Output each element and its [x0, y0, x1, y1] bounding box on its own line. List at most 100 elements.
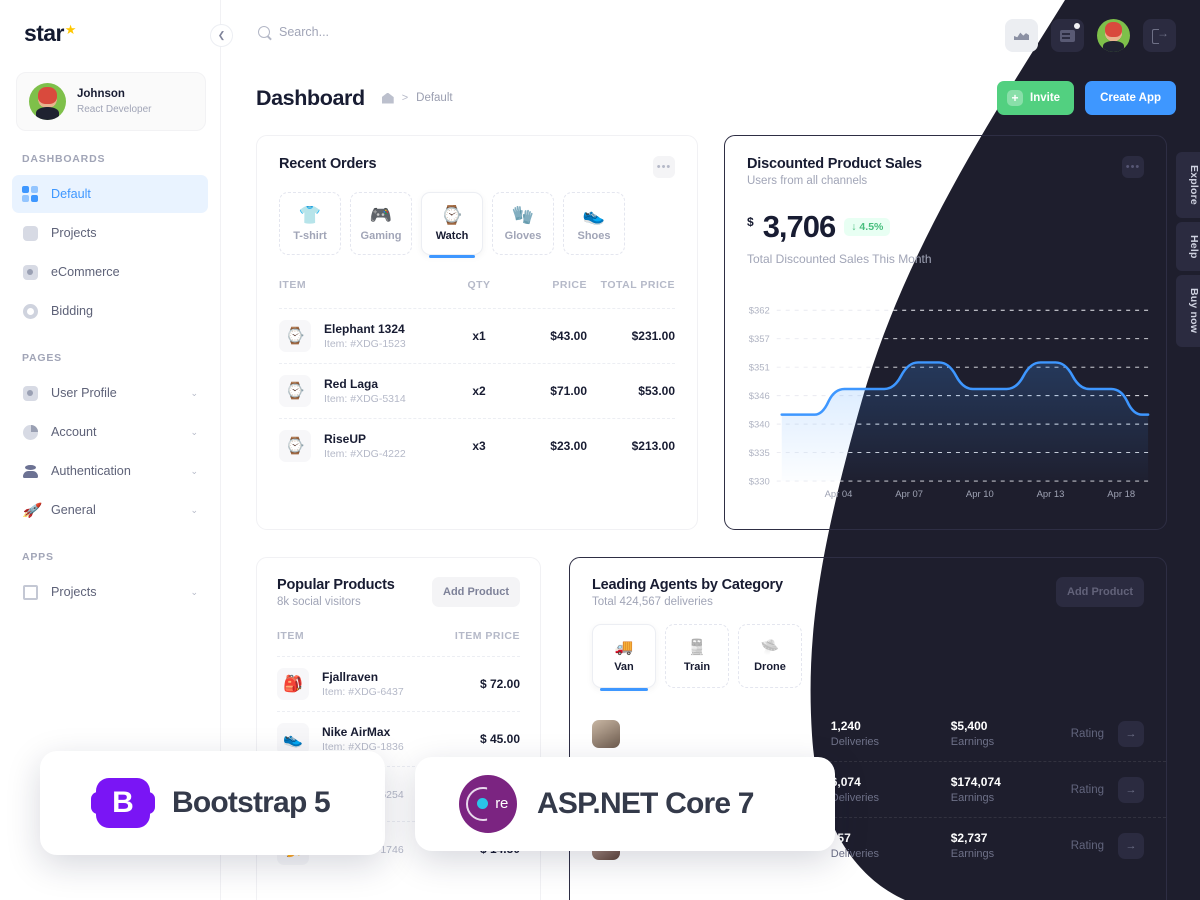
- dashboard-page: star ★ Johnson React Developer DASHBOARD…: [0, 0, 1200, 900]
- sidebar-item-ecommerce[interactable]: eCommerce: [12, 253, 208, 291]
- cell-price: $ 72.00: [479, 677, 520, 691]
- tab-train[interactable]: 🚆 Train: [665, 624, 729, 688]
- edge-tab-buy-now[interactable]: Buy now: [1176, 275, 1200, 347]
- rating-label: Rating: [1070, 727, 1104, 740]
- table-row[interactable]: ⌚ Elephant 1324 Item: #XDG-1523 x1 $43.0…: [279, 308, 675, 363]
- square-icon: [22, 225, 39, 242]
- discounted-sales-card: Discounted Product Sales Users from all …: [724, 135, 1167, 530]
- column-price: PRICE: [552, 279, 587, 291]
- sidebar-item-user-profile[interactable]: User Profile ⌄: [12, 374, 208, 412]
- page-actions: + Invite Create App: [997, 81, 1176, 115]
- agent-earnings: $5,400 Earnings: [951, 719, 1071, 748]
- sidebar-item-apps-projects[interactable]: Projects ⌄: [12, 573, 208, 611]
- messages-button[interactable]: [1051, 19, 1084, 52]
- plus-icon: +: [1007, 90, 1024, 106]
- header-avatar[interactable]: [1097, 19, 1130, 52]
- chevron-down-icon: ⌄: [190, 465, 198, 476]
- cell-qty: x3: [472, 439, 486, 453]
- arrow-right-icon[interactable]: →: [1118, 776, 1144, 803]
- y-tick-label: $362: [749, 306, 770, 316]
- product-thumb: ⌚: [279, 430, 311, 462]
- edge-tab-explore[interactable]: Explore: [1176, 152, 1200, 218]
- product-thumb: 🎒: [277, 668, 309, 700]
- agent-name: Brooklyn Simmons: [632, 726, 737, 739]
- tab-gaming[interactable]: 🎮 Gaming: [350, 192, 412, 255]
- tab-shoes[interactable]: 👟 Shoes: [563, 192, 625, 255]
- table-row[interactable]: ⌚ Red Laga Item: #XDG-5314 x2 $71.00 $53…: [279, 363, 675, 418]
- sidebar-item-label: Projects: [51, 226, 97, 240]
- add-product-button[interactable]: Add Product: [432, 577, 520, 607]
- chevron-down-icon: ⌄: [190, 387, 198, 398]
- breadcrumb: > Default: [381, 92, 453, 104]
- agent-deliveries: 6,074 Deliveries: [831, 775, 951, 804]
- invite-button[interactable]: + Invite: [997, 81, 1075, 115]
- delta-badge: ↓ 4.5%: [844, 218, 891, 236]
- table-row[interactable]: Brooklyn Simmons 1,240 Deliveries $5,400…: [570, 706, 1166, 761]
- earnings-label: Earnings: [950, 792, 995, 804]
- agent-avatar: [592, 719, 620, 748]
- ellipsis-icon[interactable]: •••: [653, 156, 675, 178]
- product-name: RiseUP: [324, 432, 367, 446]
- ellipsis-icon[interactable]: •••: [1122, 156, 1144, 178]
- table-row[interactable]: ⌚ RiseUP Item: #XDG-4222 x3 $23.00 $213.…: [279, 418, 675, 473]
- gaming-icon: 🎮: [369, 204, 393, 225]
- tab-tshirt[interactable]: 👕 T-shirt: [279, 192, 341, 255]
- breadcrumb-current: Default: [416, 92, 453, 104]
- x-tick-label: Apr 18: [1107, 489, 1135, 499]
- rating-label: Rating: [1070, 783, 1104, 796]
- brand-logo[interactable]: star ★: [0, 0, 220, 47]
- y-tick-label: $335: [749, 448, 770, 458]
- sidebar-item-bidding[interactable]: Bidding: [12, 292, 208, 330]
- home-icon[interactable]: [381, 92, 394, 104]
- sidebar-item-label: Account: [51, 425, 97, 439]
- tab-van[interactable]: 🚚 Van: [592, 624, 656, 691]
- deliveries-label: Deliveries: [830, 848, 880, 860]
- analytics-button[interactable]: [1005, 19, 1038, 52]
- sidebar-collapse-button[interactable]: ❮: [210, 24, 233, 47]
- sidebar-user-card[interactable]: Johnson React Developer: [16, 72, 206, 131]
- deliveries-label: Deliveries: [830, 792, 880, 804]
- aspnet-badge[interactable]: re ASP.NET Core 7: [415, 757, 835, 851]
- tab-watch[interactable]: ⌚ Watch: [421, 192, 483, 258]
- arrow-right-icon[interactable]: →: [1118, 832, 1144, 859]
- brand-name: star: [24, 20, 64, 46]
- orders-table: ITEM QTY PRICE TOTAL PRICE ⌚ Elephant 13…: [257, 255, 697, 473]
- cell-total: $213.00: [631, 439, 675, 453]
- earnings-label: Earnings: [950, 848, 995, 860]
- list-item[interactable]: 🎒 Fjallraven Item: #XDG-6437 $ 72.00: [277, 656, 520, 711]
- cell-qty: x1: [472, 329, 486, 343]
- shoes-icon: 👟: [582, 204, 606, 225]
- tab-label: Shoes: [577, 229, 611, 242]
- add-product-button[interactable]: Add Product: [1056, 577, 1144, 607]
- nav-section-pages: PAGES User Profile ⌄ Account ⌄ Authentic…: [0, 352, 220, 529]
- sidebar-item-default[interactable]: Default: [12, 175, 208, 213]
- sidebar-item-label: Authentication: [51, 464, 131, 478]
- sidebar-item-account[interactable]: Account ⌄: [12, 413, 208, 451]
- sidebar-item-general[interactable]: 🚀 General ⌄: [12, 491, 208, 529]
- edge-tab-help[interactable]: Help: [1176, 221, 1200, 272]
- nav-section-label: PAGES: [22, 352, 62, 364]
- bootstrap-badge[interactable]: B Bootstrap 5: [40, 751, 385, 855]
- sidebar-item-projects[interactable]: Projects: [12, 214, 208, 252]
- tab-drone[interactable]: 🛸 Drone: [738, 624, 802, 688]
- aspnet-core-icon: re: [459, 775, 517, 833]
- search-input[interactable]: Search...: [258, 25, 329, 39]
- tab-label: Train: [683, 660, 711, 673]
- sidebar-item-authentication[interactable]: Authentication ⌄: [12, 452, 208, 490]
- agent-earnings: $174,074 Earnings: [951, 775, 1071, 804]
- agent-deliveries: 357 Deliveries: [831, 831, 951, 860]
- sidebar-item-label: Default: [51, 187, 91, 201]
- aspnet-mark: re: [495, 795, 508, 812]
- chevron-left-icon: ❮: [217, 30, 226, 40]
- nav-section-label: APPS: [22, 551, 54, 563]
- header-actions: [1005, 19, 1176, 52]
- popular-products-subtitle: 8k social visitors: [277, 596, 361, 608]
- recent-orders-card: Recent Orders ••• 👕 T-shirt 🎮 Gaming ⌚ W…: [256, 135, 698, 530]
- messages-icon: [1060, 29, 1075, 42]
- tab-gloves[interactable]: 🧤 Gloves: [492, 192, 554, 255]
- train-icon: 🚆: [687, 638, 707, 656]
- logout-button[interactable]: [1143, 19, 1176, 52]
- arrow-right-icon[interactable]: →: [1118, 720, 1144, 747]
- create-app-button[interactable]: Create App: [1085, 81, 1176, 115]
- sales-area-chart: $362 $357 $351 $346 $340 $335 $330 Apr 0…: [725, 296, 1166, 519]
